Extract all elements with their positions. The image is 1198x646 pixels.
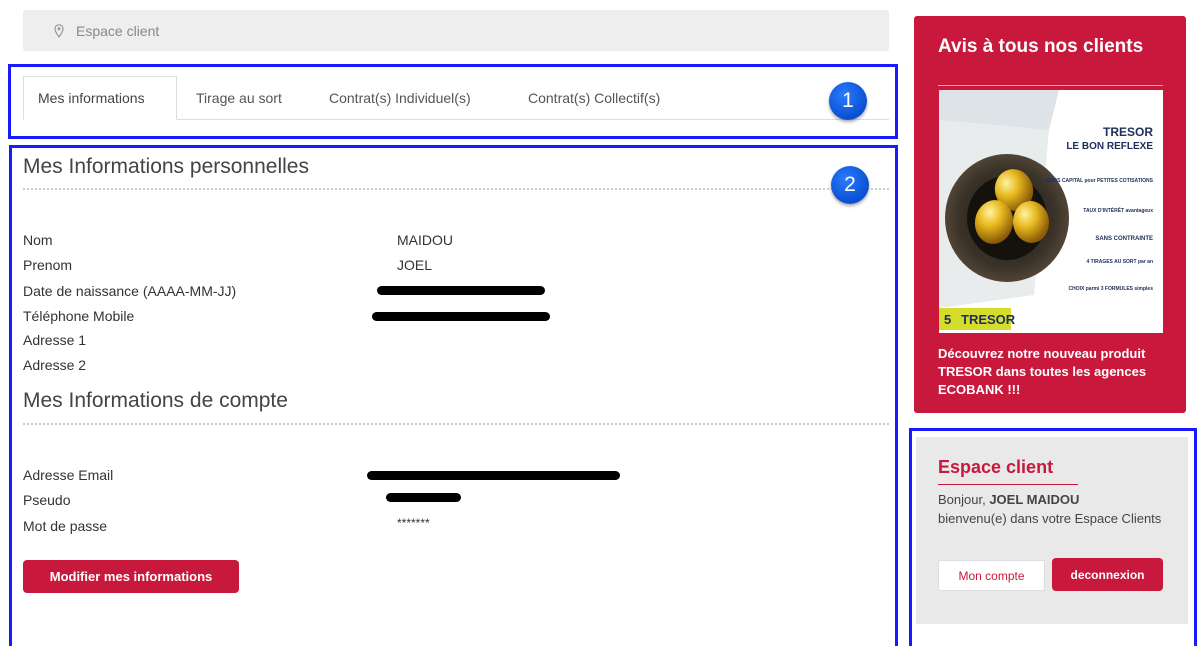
annotation-badge-2: 2 [831,166,869,204]
promo-panel: Avis à tous nos clients TRESOR LE BON RE… [914,16,1186,413]
promo-image-number: 5 [944,312,951,327]
espace-client-widget: Espace client Bonjour, JOEL MAIDOU bienv… [916,437,1188,624]
promo-image-feature: GROS CAPITAL pour PETITES COTISATIONS [1046,178,1154,184]
annotation-badge-1: 1 [829,82,867,120]
espace-client-title: Espace client [938,457,1054,477]
welcome-text: bienvenu(e) dans votre Espace Clients [938,511,1162,526]
espace-client-greeting: Bonjour, JOEL MAIDOU bienvenu(e) dans vo… [938,490,1173,528]
location-pin-icon [54,23,64,38]
my-account-button[interactable]: Mon compte [938,560,1045,591]
greeting-prefix: Bonjour, [938,492,990,507]
promo-image-brand: TRESOR [961,312,1016,327]
promo-divider [938,85,1163,86]
promo-title: Avis à tous nos clients [938,36,1144,57]
breadcrumb: Espace client [23,10,889,51]
tresor-promo-image[interactable]: TRESOR LE BON REFLEXE GROS CAPITAL pour … [939,90,1163,333]
breadcrumb-label[interactable]: Espace client [76,23,159,39]
user-name: JOEL MAIDOU [989,492,1080,507]
annotation-box-1 [8,64,898,139]
promo-image-feature: 4 TIRAGES AU SORT par an [1087,259,1154,265]
logout-button[interactable]: deconnexion [1052,558,1163,591]
espace-client-divider [938,484,1078,485]
annotation-box-2 [9,145,898,646]
promo-image-feature: TAUX D'INTÉRÊT avantageux [1083,206,1153,214]
promo-image-headline: TRESOR [1103,125,1153,139]
promo-text: Découvrez notre nouveau produit TRESOR d… [938,346,1147,397]
promo-image-subheadline: LE BON REFLEXE [1066,141,1153,152]
promo-image-feature: SANS CONTRAINTE [1095,236,1153,242]
promo-image-feature: CHOIX parmi 3 FORMULES simples [1069,286,1154,292]
